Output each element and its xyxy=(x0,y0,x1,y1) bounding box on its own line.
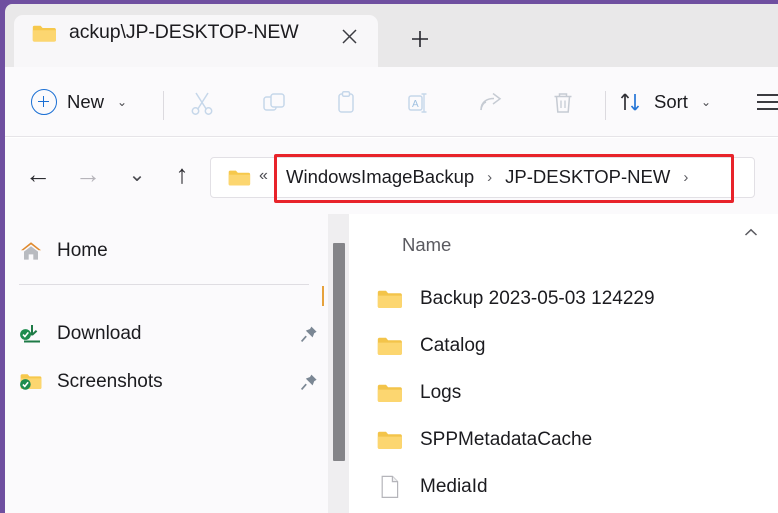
list-item-label: Backup 2023-05-03 124229 xyxy=(420,288,655,309)
plus-circle-icon xyxy=(31,89,57,115)
sidebar-item-label-screenshots: Screenshots xyxy=(57,371,163,392)
file-icon xyxy=(381,475,399,498)
up-button[interactable]: ↑ xyxy=(163,155,201,193)
folder-icon xyxy=(32,25,56,42)
navigation-pane: Home Download Screenshots xyxy=(5,214,328,513)
hamburger-menu-icon[interactable] xyxy=(757,89,778,115)
list-item-label: MediaId xyxy=(420,476,488,497)
folder-sync-icon xyxy=(20,374,42,390)
delete-icon[interactable] xyxy=(543,83,583,123)
title-bar: ackup\JP-DESKTOP-NEW xyxy=(5,4,778,67)
close-icon[interactable] xyxy=(336,23,362,49)
list-item[interactable]: Logs xyxy=(377,373,772,413)
new-button-label: New xyxy=(67,91,105,112)
sidebar-scrollbar-thumb[interactable] xyxy=(333,243,345,461)
breadcrumb-item-0[interactable]: WindowsImageBackup xyxy=(284,166,476,188)
breadcrumb: WindowsImageBackup › JP-DESKTOP-NEW › xyxy=(284,166,699,188)
download-sync-icon xyxy=(20,325,40,343)
folder-icon xyxy=(377,290,402,308)
sidebar-item-label-download: Download xyxy=(57,323,142,344)
sidebar-item-download[interactable]: Download xyxy=(19,315,319,353)
paste-icon[interactable] xyxy=(326,83,366,123)
sidebar-selection-accent xyxy=(322,286,324,306)
svg-text:A: A xyxy=(412,99,419,110)
file-explorer-window: ackup\JP-DESKTOP-NEW New ⌄ A Sort ⌄ ← → … xyxy=(0,0,778,513)
list-item-label: Catalog xyxy=(420,335,486,356)
column-header-name[interactable]: Name xyxy=(402,234,451,256)
list-item[interactable]: Backup 2023-05-03 124229 xyxy=(377,279,772,319)
sidebar-item-label-home: Home xyxy=(57,240,108,261)
sidebar-item-screenshots[interactable]: Screenshots xyxy=(19,363,319,401)
command-bar: New ⌄ A Sort ⌄ xyxy=(5,67,778,137)
sidebar-divider xyxy=(19,284,309,285)
toolbar-divider xyxy=(163,91,164,120)
breadcrumb-item-1[interactable]: JP-DESKTOP-NEW xyxy=(503,166,672,188)
folder-icon xyxy=(377,337,402,355)
file-list-pane: Name Backup 2023-05-03 124229 Catalog Lo… xyxy=(349,214,778,513)
folder-icon xyxy=(377,384,402,402)
chevron-down-icon[interactable]: ⌄ xyxy=(117,95,127,109)
tab-title: ackup\JP-DESKTOP-NEW xyxy=(69,21,299,43)
pin-icon[interactable] xyxy=(299,324,319,344)
breadcrumb-separator-1[interactable]: › xyxy=(672,169,699,186)
copy-icon[interactable] xyxy=(254,83,294,123)
list-item[interactable]: MediaId xyxy=(377,467,772,507)
recent-locations-button[interactable]: ⌄ xyxy=(118,155,156,193)
new-button[interactable]: New ⌄ xyxy=(31,81,127,123)
list-item-label: Logs xyxy=(420,382,462,403)
list-item-label: SPPMetadataCache xyxy=(420,429,593,450)
chevron-up-icon[interactable] xyxy=(742,224,760,242)
sort-button[interactable]: Sort ⌄ xyxy=(618,81,711,123)
new-tab-button[interactable] xyxy=(405,24,434,53)
share-icon[interactable] xyxy=(471,83,511,123)
pin-icon-screenshots[interactable] xyxy=(299,372,319,392)
window-border-left xyxy=(0,0,5,513)
window-border-corner xyxy=(0,0,22,22)
chevron-down-icon-sort[interactable]: ⌄ xyxy=(701,95,711,109)
rename-icon[interactable]: A xyxy=(399,83,439,123)
breadcrumb-overflow-icon[interactable]: « xyxy=(259,167,268,185)
breadcrumb-separator-0[interactable]: › xyxy=(476,169,503,186)
window-border-top xyxy=(0,0,778,4)
folder-icon xyxy=(377,431,402,449)
sort-arrows-icon xyxy=(620,93,640,111)
back-button[interactable]: ← xyxy=(19,155,57,193)
cut-icon[interactable] xyxy=(182,83,222,123)
forward-button[interactable]: → xyxy=(69,155,107,193)
list-item[interactable]: SPPMetadataCache xyxy=(377,420,772,460)
address-bar[interactable]: « WindowsImageBackup › JP-DESKTOP-NEW › xyxy=(210,154,755,203)
sidebar-item-home[interactable]: Home xyxy=(19,232,319,270)
home-icon xyxy=(21,242,41,260)
list-item[interactable]: Catalog xyxy=(377,326,772,366)
sort-button-label: Sort xyxy=(654,91,688,112)
folder-icon-address xyxy=(228,170,251,186)
toolbar-divider-2 xyxy=(605,91,606,120)
